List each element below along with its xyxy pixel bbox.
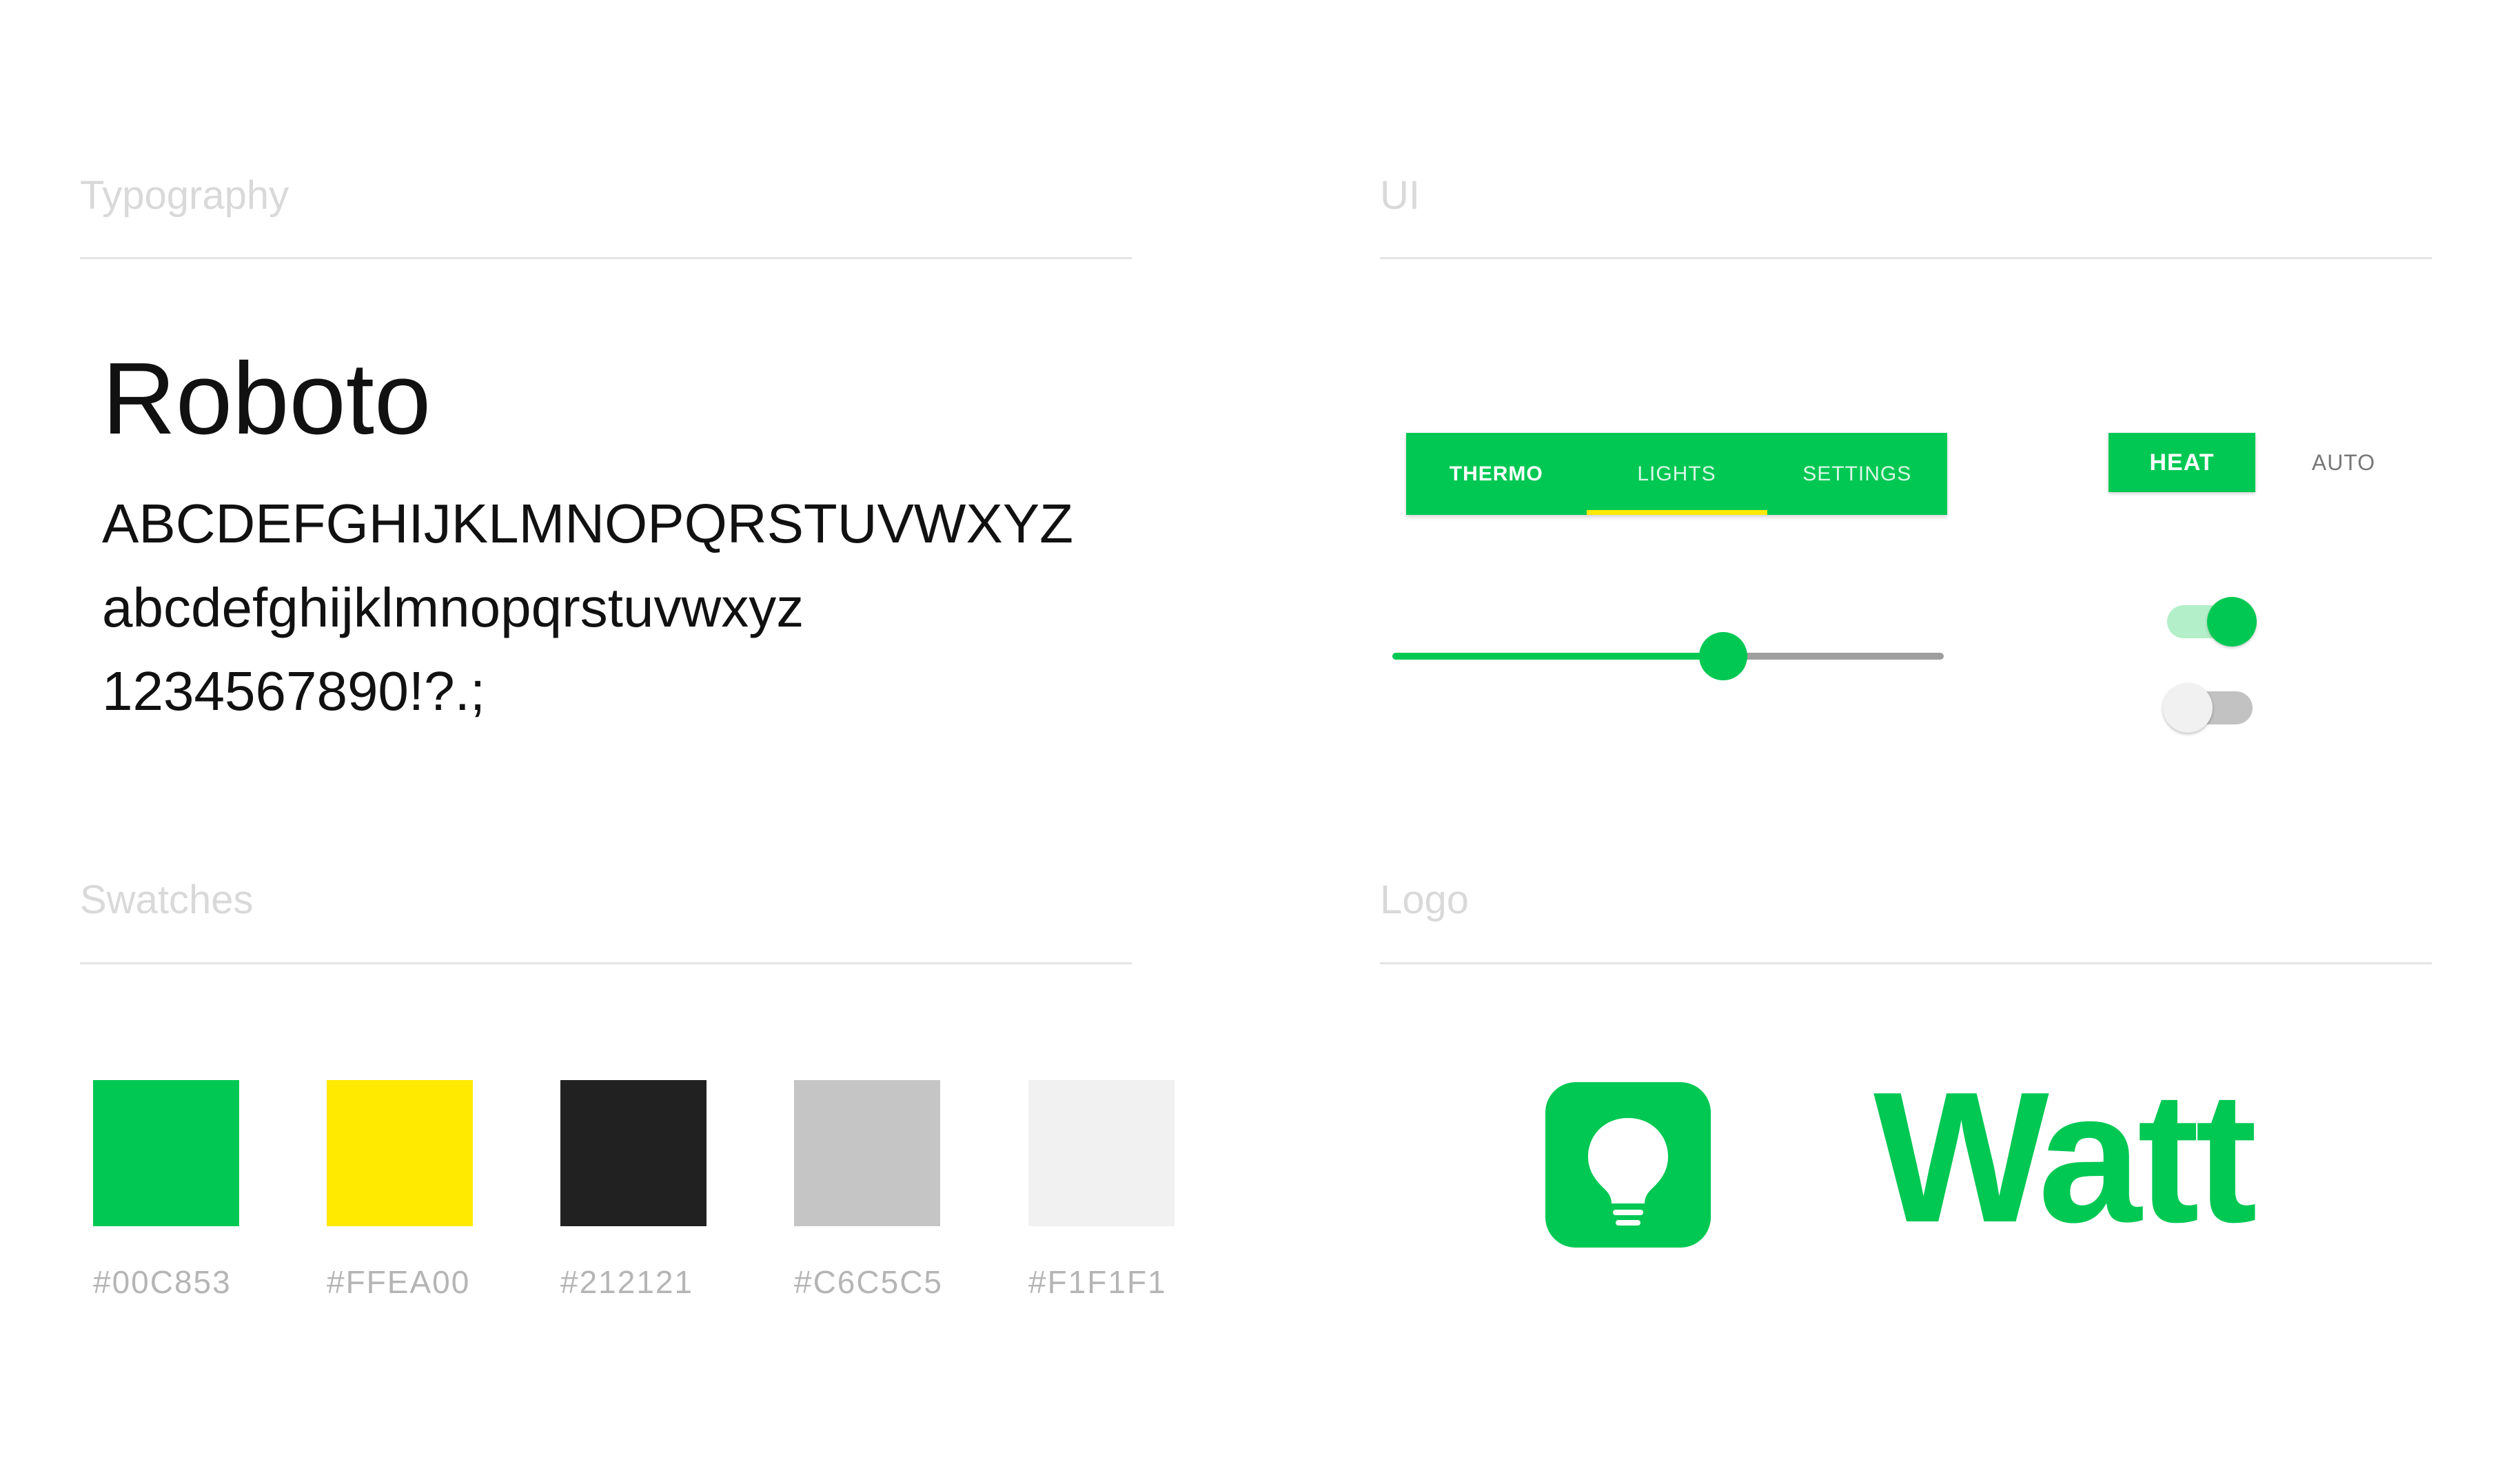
section-title-typography: Typography xyxy=(80,173,289,218)
swatch-label: #C6C5C5 xyxy=(794,1264,943,1300)
tab-lights[interactable]: LIGHTS xyxy=(1586,433,1767,515)
swatch-label: #00C853 xyxy=(93,1264,232,1300)
slider-thumb[interactable] xyxy=(1699,632,1747,680)
switch-knob xyxy=(2207,597,2257,647)
swatch-green xyxy=(93,1080,239,1226)
toggle-switch-off[interactable] xyxy=(2163,683,2253,733)
swatch-label: #212121 xyxy=(560,1264,694,1300)
switch-knob xyxy=(2163,683,2213,733)
lightbulb-icon xyxy=(1588,1118,1668,1226)
section-divider xyxy=(1380,962,2432,964)
swatch-label: #FFEA00 xyxy=(327,1264,471,1300)
logo-app-icon xyxy=(1545,1082,1711,1248)
auto-button[interactable]: AUTO xyxy=(2282,433,2406,492)
tab-settings[interactable]: SETTINGS xyxy=(1767,433,1948,515)
section-title-logo: Logo xyxy=(1380,877,1470,922)
swatch-gray xyxy=(794,1080,940,1226)
slider-fill xyxy=(1392,653,1723,660)
toggle-switch-on[interactable] xyxy=(2167,597,2257,647)
uppercase-sample: ABCDEFGHIJKLMNOPQRSTUVWXYZ xyxy=(102,493,1074,554)
logo-wordmark: Watt xyxy=(1873,1054,2257,1261)
lowercase-sample: abcdefghijklmnopqrstuvwxyz xyxy=(102,577,804,638)
swatch-label: #F1F1F1 xyxy=(1028,1264,1167,1300)
section-divider xyxy=(80,257,1132,259)
swatch-light-gray xyxy=(1028,1080,1175,1226)
numerals-sample: 1234567890!?.; xyxy=(102,660,486,722)
swatch-black xyxy=(560,1080,707,1226)
section-title-ui: UI xyxy=(1380,173,1420,218)
font-name: Roboto xyxy=(102,342,431,456)
slider-track[interactable] xyxy=(1392,632,1944,680)
section-title-swatches: Swatches xyxy=(80,877,254,922)
section-divider xyxy=(80,962,1132,964)
swatch-yellow xyxy=(327,1080,473,1226)
tab-thermo[interactable]: THERMO xyxy=(1406,433,1587,515)
tab-bar: THERMO LIGHTS SETTINGS xyxy=(1406,433,1947,515)
section-divider xyxy=(1380,257,2432,259)
heat-button[interactable]: HEAT xyxy=(2109,433,2255,492)
